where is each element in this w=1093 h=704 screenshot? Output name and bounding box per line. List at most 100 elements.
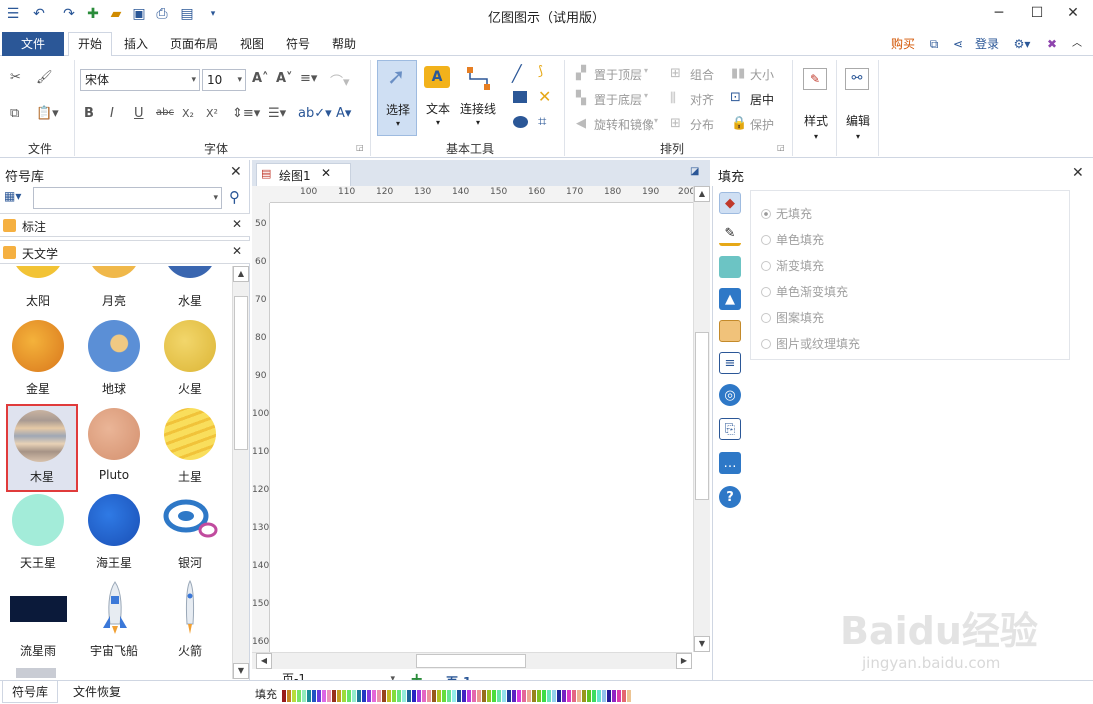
scroll-right-icon[interactable]: ▶ (676, 653, 692, 669)
document-tab[interactable]: ▤ 绘图1 ✕ (256, 163, 351, 186)
cross-tool-icon[interactable]: ✕ (538, 87, 551, 106)
palette-swatch[interactable] (487, 690, 491, 702)
symbol-earth[interactable]: 地球 (76, 316, 152, 402)
palette-swatch[interactable] (422, 690, 426, 702)
palette-swatch[interactable] (357, 690, 361, 702)
palette-swatch[interactable] (547, 690, 551, 702)
ellipse-tool-icon[interactable] (513, 116, 528, 128)
canvas-horizontal-scrollbar[interactable]: ◀ ▶ (252, 652, 692, 669)
share-icon[interactable]: ⋖ (948, 33, 968, 56)
underline-icon[interactable]: U (134, 106, 144, 121)
scroll-up-icon[interactable]: ▲ (694, 186, 710, 202)
drawing-canvas[interactable] (252, 186, 710, 654)
send-to-bottom-button[interactable]: 置于底层 (594, 91, 642, 108)
line-spacing-icon[interactable]: ≡▾ (300, 71, 317, 86)
attachment-icon[interactable]: ⎘ (719, 418, 741, 440)
login-link[interactable]: 登录 (972, 33, 1002, 56)
palette-swatch[interactable] (392, 690, 396, 702)
close-icon[interactable]: ✕ (232, 244, 242, 258)
palette-swatch[interactable] (492, 690, 496, 702)
palette-swatch[interactable] (382, 690, 386, 702)
palette-swatch[interactable] (292, 690, 296, 702)
grow-font-icon[interactable]: A˄ (252, 71, 269, 86)
palette-swatch[interactable] (552, 690, 556, 702)
palette-swatch[interactable] (432, 690, 436, 702)
group-icon[interactable]: ⊞ (670, 66, 681, 81)
palette-swatch[interactable] (317, 690, 321, 702)
rotate-mirror-icon[interactable]: ◀ (576, 116, 586, 131)
tab-page-layout[interactable]: 页面布局 (166, 33, 222, 56)
palette-swatch[interactable] (622, 690, 626, 702)
text-path-icon[interactable]: ⌒▾ (330, 71, 350, 90)
palette-swatch[interactable] (467, 690, 471, 702)
partially-visible-symbol[interactable] (16, 668, 56, 678)
font-size-select[interactable]: 10 ▾ (202, 69, 246, 91)
palette-swatch[interactable] (482, 690, 486, 702)
palette-swatch[interactable] (512, 690, 516, 702)
strikethrough-icon[interactable]: abc (156, 107, 174, 118)
font-name-select[interactable]: 宋体 ▾ (80, 69, 200, 91)
close-icon[interactable]: ✕ (1072, 165, 1084, 181)
symbol-jupiter-selected[interactable]: 木星 (6, 404, 78, 492)
palette-swatch[interactable] (327, 690, 331, 702)
group-button[interactable]: 组合 (690, 66, 714, 83)
image-icon[interactable]: ▲ (719, 288, 741, 310)
symbol-uranus[interactable]: 天王星 (0, 490, 76, 578)
shrink-font-icon[interactable]: A˅ (276, 71, 293, 86)
palette-swatch[interactable] (302, 690, 306, 702)
font-color-icon[interactable]: ab✓▾ (298, 106, 332, 121)
palette-swatch[interactable] (362, 690, 366, 702)
palette-swatch[interactable] (477, 690, 481, 702)
scroll-left-icon[interactable]: ◀ (256, 653, 272, 669)
palette-swatch[interactable] (447, 690, 451, 702)
tab-file-recovery[interactable]: 文件恢复 (62, 681, 132, 703)
size-button[interactable]: 大小 (750, 66, 774, 83)
palette-swatch[interactable] (537, 690, 541, 702)
paste-icon[interactable]: 📋▾ (36, 106, 59, 121)
scroll-down-icon[interactable]: ▼ (694, 636, 710, 652)
edit-button[interactable]: ⚯ 编辑 ▾ (840, 62, 876, 152)
palette-swatch[interactable] (452, 690, 456, 702)
tab-insert[interactable]: 插入 (118, 33, 154, 56)
subscript-icon[interactable]: X₂ (182, 107, 194, 120)
close-icon[interactable]: ✕ (230, 164, 242, 180)
tab-menu-icon[interactable]: ◪ (690, 166, 699, 177)
palette-swatch[interactable] (542, 690, 546, 702)
rectangle-tool-icon[interactable] (513, 91, 527, 103)
palette-swatch[interactable] (372, 690, 376, 702)
minimize-icon[interactable]: ─ (984, 2, 1014, 24)
bold-icon[interactable]: B (84, 106, 94, 121)
file-menu[interactable]: 文件 (2, 32, 64, 56)
palette-swatch[interactable] (397, 690, 401, 702)
palette-swatch[interactable] (437, 690, 441, 702)
buy-link[interactable]: 购买 (886, 33, 920, 56)
style-button[interactable]: ✎ 样式 ▾ (798, 62, 834, 152)
palette-swatch[interactable] (282, 690, 286, 702)
symbol-meteor-shower[interactable]: 流星雨 (0, 578, 76, 666)
tab-symbol-library[interactable]: 符号库 (2, 681, 58, 703)
fill-option-pattern[interactable]: 图案填充 (761, 309, 824, 326)
lock-icon[interactable]: 🔒 (731, 116, 747, 131)
palette-swatch[interactable] (612, 690, 616, 702)
close-window-icon[interactable]: ✕ (1058, 2, 1088, 24)
center-icon[interactable]: ⊡ (730, 90, 741, 105)
tab-start[interactable]: 开始 (68, 32, 112, 57)
scroll-up-icon[interactable]: ▲ (233, 266, 249, 282)
palette-swatch[interactable] (387, 690, 391, 702)
cut-icon[interactable]: ✂ (10, 70, 21, 85)
palette-swatch[interactable] (627, 690, 631, 702)
size-icon[interactable]: ▮▮ (731, 66, 745, 81)
library-scrollbar[interactable]: ▲ ▼ (232, 266, 249, 679)
bring-to-top-icon[interactable]: ▞ (576, 66, 586, 81)
line-pen-icon[interactable]: ✎ (719, 224, 741, 246)
palette-swatch[interactable] (572, 690, 576, 702)
theme-icon[interactable]: ✖ (1042, 33, 1062, 56)
palette-swatch[interactable] (567, 690, 571, 702)
line-tool-icon[interactable]: ╱ (512, 64, 522, 83)
align-icon[interactable]: ⫼ (670, 91, 676, 106)
palette-swatch[interactable] (347, 690, 351, 702)
palette-swatch[interactable] (597, 690, 601, 702)
palette-swatch[interactable] (412, 690, 416, 702)
superscript-icon[interactable]: X² (206, 107, 218, 120)
palette-swatch[interactable] (442, 690, 446, 702)
